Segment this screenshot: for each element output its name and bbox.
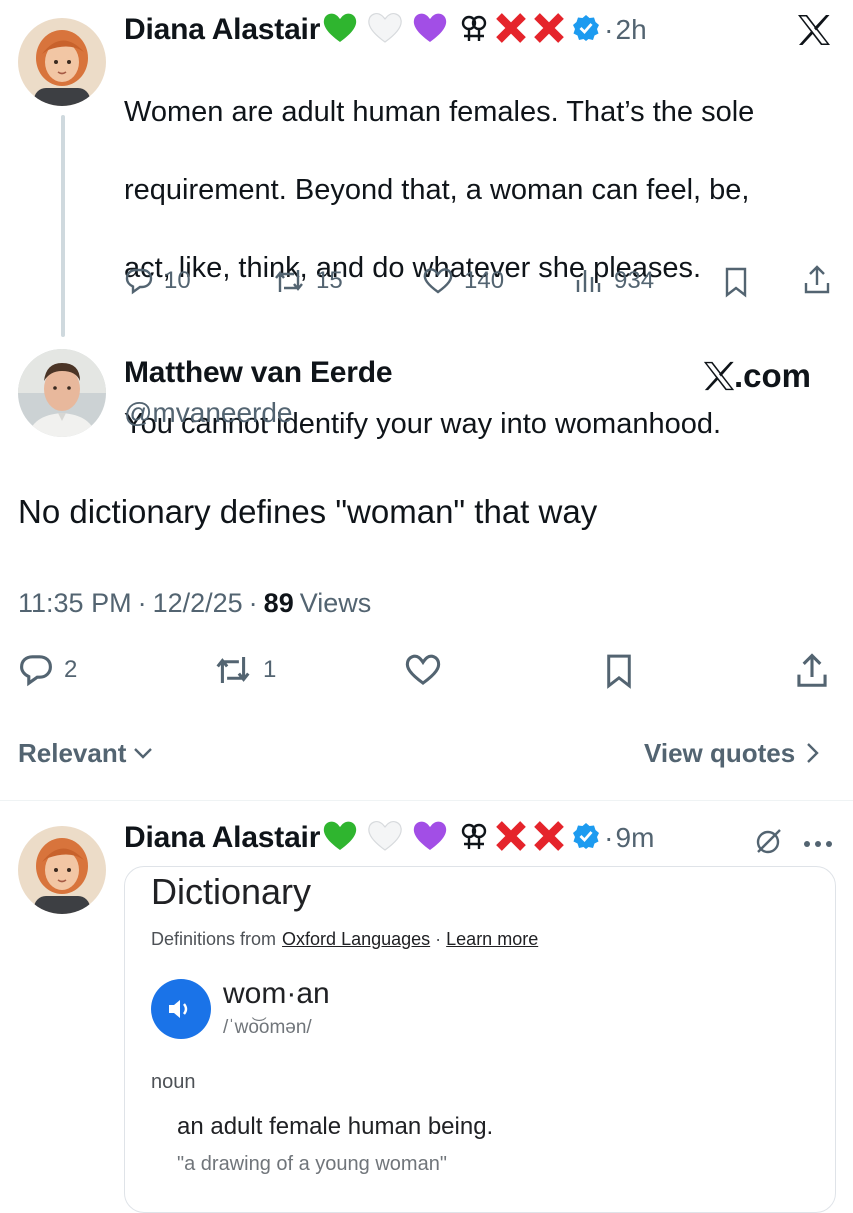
author-handle[interactable]: @mvaneerde [124,397,293,429]
speaker-icon [169,1000,188,1018]
reply-button[interactable]: 2 [18,652,77,688]
tweet-time[interactable]: 2h [616,14,647,46]
white-heart-icon [367,11,403,50]
source-separator: · [435,929,442,949]
dictionary-title: Dictionary [151,871,312,912]
learn-more-link[interactable]: Learn more [446,929,538,950]
views-count: 934 [614,267,655,294]
tweet-date[interactable]: 12/2/25 [153,588,243,619]
bookmark-button[interactable] [603,652,635,695]
like-button[interactable] [404,652,442,693]
author-name[interactable]: Matthew van Eerde [124,356,393,390]
phonetic: /ˈwo͝omən/ [223,1017,312,1038]
repost-icon [216,657,250,683]
definition: an adult female human being. [177,1113,494,1140]
separator-dot: · [604,822,614,853]
view-quotes-label: View quotes [644,737,796,768]
avatar-diana[interactable] [18,826,106,914]
share-icon [797,653,827,687]
verified-badge-icon [572,822,600,855]
author-name[interactable]: Diana Alastair [124,821,320,855]
lesbian-symbol-icon [458,820,490,857]
verified-badge-icon [572,14,600,47]
bookmark-icon [607,654,631,689]
tweet1-header: Diana Alastair · 2h [124,10,647,50]
avatar-illustration [18,18,106,106]
grok-icon[interactable] [752,826,786,861]
author-name[interactable]: Diana Alastair [124,13,320,47]
cross-mark-icon [494,11,528,50]
white-heart-icon [367,819,403,858]
repost-button[interactable]: 15 [272,266,343,296]
repost-count: 1 [263,656,277,683]
like-button[interactable]: 140 [422,266,504,296]
cross-mark-icon [532,11,566,50]
reply-count: 10 [164,267,191,294]
repost-icon [275,270,303,292]
reply-count: 2 [64,656,78,683]
relevant-dropdown[interactable]: Relevant [18,736,154,770]
separator-dot: · [248,588,258,618]
dictionary-card[interactable]: Dictionary Definitions from Oxford Langu… [124,866,836,1213]
example-sentence: "a drawing of a young woman" [177,1153,447,1175]
tweet2-meta: 11:35 PM · 12/2/25 · 89 Views [18,588,371,619]
bookmark-button[interactable] [722,266,750,303]
tweet-time[interactable]: 11:35 PM [18,588,132,619]
green-heart-icon [322,819,358,858]
separator-dot: · [137,588,147,618]
part-of-speech: noun [151,1071,196,1093]
thread-line [61,115,65,337]
avatar-diana[interactable] [18,18,106,106]
tweet-time[interactable]: 9m [616,822,655,854]
x-logo-icon[interactable] [796,14,832,51]
tweet1-line: requirement. Beyond that, a woman can fe… [124,174,750,206]
tweet2-body: No dictionary defines "woman" that way [18,493,598,530]
avatar-photo [18,349,106,437]
reply-icon [125,268,153,295]
tweet3-header: Diana Alastair · 9m [124,818,654,858]
reply-icon [20,655,52,687]
chevron-right-icon [807,743,819,763]
separator-dot: · [604,14,614,45]
reply-button[interactable]: 10 [124,266,191,296]
view-quotes-link[interactable]: View quotes [644,736,821,770]
views-count: 89 [263,588,294,618]
tweet1-line: Women are adult human females. That’s th… [124,96,755,128]
like-icon [423,268,453,294]
more-options-icon[interactable] [803,836,833,854]
dictionary-source: Definitions from Oxford Languages · Lear… [151,929,538,950]
purple-heart-icon [412,11,448,50]
source-prefix: Definitions from [151,929,277,949]
headword: wom·an [223,977,330,1010]
x-logo-icon [703,361,735,391]
repost-button[interactable]: 1 [213,652,276,688]
pronunciation-button[interactable] [151,979,211,1039]
relevant-label: Relevant [18,737,127,768]
avatar-matthew[interactable] [18,349,106,437]
section-divider [0,800,853,801]
source-link[interactable]: Oxford Languages [282,929,430,950]
like-count: 140 [464,267,505,294]
bookmark-icon [725,267,747,298]
avatar-illustration [18,826,106,914]
cross-mark-icon [532,819,566,858]
like-icon [405,654,441,685]
views-button[interactable]: 934 [574,266,654,296]
tweet2-actions: 2 1 [18,652,838,692]
views-label: Views [299,588,372,618]
lesbian-symbol-icon [458,12,490,49]
chevron-down-icon [134,748,153,759]
x-com-brand[interactable]: .com [702,356,811,396]
share-icon [804,265,830,294]
share-button[interactable] [802,264,832,301]
repost-count: 15 [316,267,343,294]
cross-mark-icon [494,819,528,858]
green-heart-icon [322,11,358,50]
purple-heart-icon [412,819,448,858]
tweet1-actions: 10 15 140 934 [124,264,834,300]
share-button[interactable] [794,652,830,695]
brand-text: .com [734,357,812,394]
views-icon [576,270,601,292]
